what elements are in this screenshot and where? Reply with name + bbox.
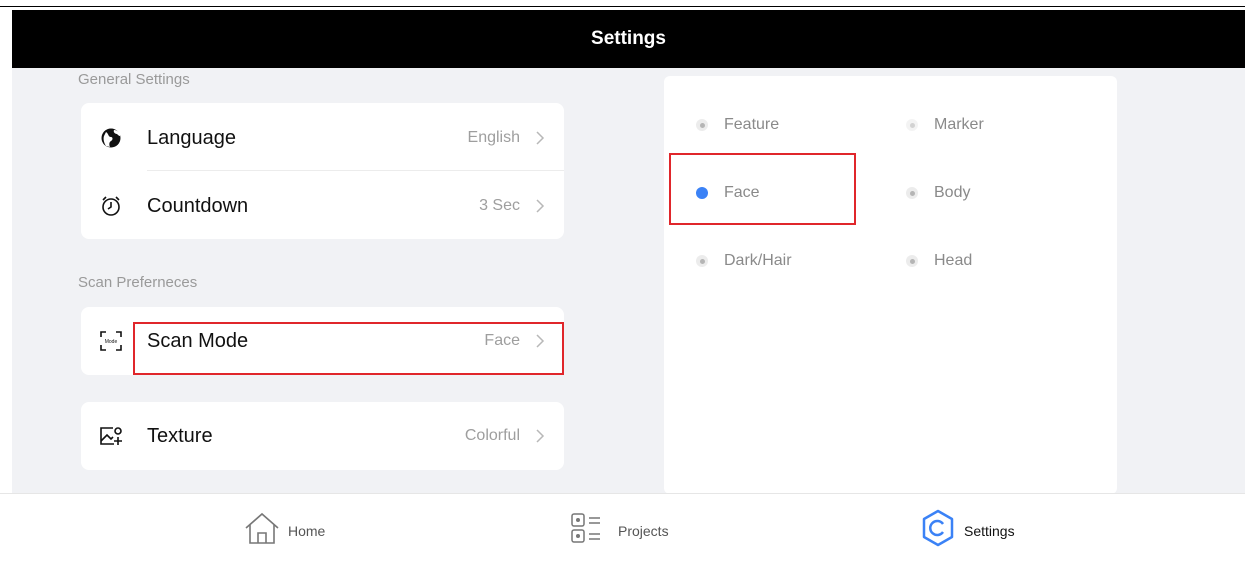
home-icon xyxy=(242,508,282,553)
countdown-row[interactable]: Countdown 3 Sec xyxy=(81,173,564,239)
general-settings-card: Language English Countdown 3 Sec xyxy=(81,103,564,239)
settings-icon xyxy=(918,508,958,553)
chevron-right-icon xyxy=(528,198,552,214)
chevron-right-icon xyxy=(528,130,552,146)
scan-mode-options-panel: Feature Marker Face Body Dark/Hair Head xyxy=(664,76,1117,494)
option-label: Feature xyxy=(724,116,780,133)
option-head[interactable]: Head xyxy=(906,249,972,273)
language-row[interactable]: Language English xyxy=(81,105,564,171)
language-label: Language xyxy=(147,126,236,149)
app-frame: Settings General Settings Language Engli… xyxy=(0,0,1245,566)
tab-settings-label: Settings xyxy=(964,522,1015,539)
tab-projects[interactable]: Projects xyxy=(570,494,669,567)
radio-icon xyxy=(906,119,918,131)
countdown-label: Countdown xyxy=(147,194,249,217)
option-dark-hair[interactable]: Dark/Hair xyxy=(696,249,792,273)
language-value: English xyxy=(467,129,520,146)
radio-icon xyxy=(696,255,708,267)
option-marker[interactable]: Marker xyxy=(906,113,984,137)
texture-label: Texture xyxy=(147,424,213,447)
tab-home[interactable]: Home xyxy=(242,494,325,567)
bottom-tab-bar: Home Projects Settings xyxy=(0,493,1245,566)
option-label: Dark/Hair xyxy=(724,252,792,269)
section-title-scan: Scan Preferneces xyxy=(78,274,198,291)
globe-icon xyxy=(97,124,125,152)
scan-mode-icon-text: Mode xyxy=(105,339,118,345)
tab-projects-label: Projects xyxy=(618,522,669,539)
radio-icon xyxy=(906,255,918,267)
option-label: Head xyxy=(934,252,973,269)
countdown-value: 3 Sec xyxy=(479,197,520,214)
tab-settings[interactable]: Settings xyxy=(918,494,1015,567)
option-feature[interactable]: Feature xyxy=(696,113,779,137)
page-title: Settings xyxy=(591,28,666,49)
texture-card: Texture Colorful xyxy=(81,402,564,470)
texture-icon xyxy=(97,422,125,450)
app-header: Settings xyxy=(12,10,1245,68)
option-label: Marker xyxy=(934,116,984,133)
section-title-general: General Settings xyxy=(78,71,190,88)
chevron-right-icon xyxy=(528,428,552,444)
timer-icon xyxy=(97,192,125,220)
projects-icon xyxy=(570,508,612,553)
face-option-highlight-box xyxy=(669,153,856,225)
tab-home-label: Home xyxy=(288,522,326,539)
top-border xyxy=(0,6,1245,7)
scan-mode-icon: Mode xyxy=(97,327,125,355)
radio-icon xyxy=(906,187,918,199)
option-body[interactable]: Body xyxy=(906,181,970,205)
scan-mode-highlight-box xyxy=(133,322,564,375)
row-divider xyxy=(147,170,564,171)
texture-value: Colorful xyxy=(464,427,520,444)
option-label: Body xyxy=(934,184,971,201)
radio-icon xyxy=(696,119,708,131)
texture-row[interactable]: Texture Colorful xyxy=(81,403,564,469)
